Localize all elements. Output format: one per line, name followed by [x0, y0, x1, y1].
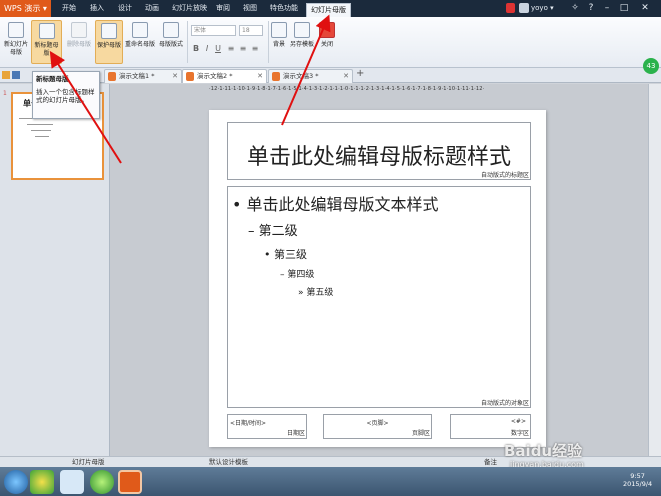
app-shortcut-icon[interactable] — [30, 470, 54, 494]
start-button[interactable] — [4, 470, 28, 494]
clock[interactable]: 9:57 2015/9/4 — [623, 472, 652, 488]
wps-taskbar-icon[interactable] — [118, 470, 142, 494]
clock-time: 9:57 — [630, 472, 645, 480]
app-shortcut-icon[interactable] — [60, 470, 84, 494]
taskbar: 9:57 2015/9/4 — [0, 467, 661, 496]
browser-icon[interactable] — [90, 470, 114, 494]
annotation-arrow-right — [281, 14, 331, 126]
annotation-arrow-left — [49, 50, 122, 164]
watermark-logo: Baidu经验 — [504, 442, 583, 460]
clock-date: 2015/9/4 — [623, 480, 653, 488]
annotation-arrows — [49, 14, 331, 164]
